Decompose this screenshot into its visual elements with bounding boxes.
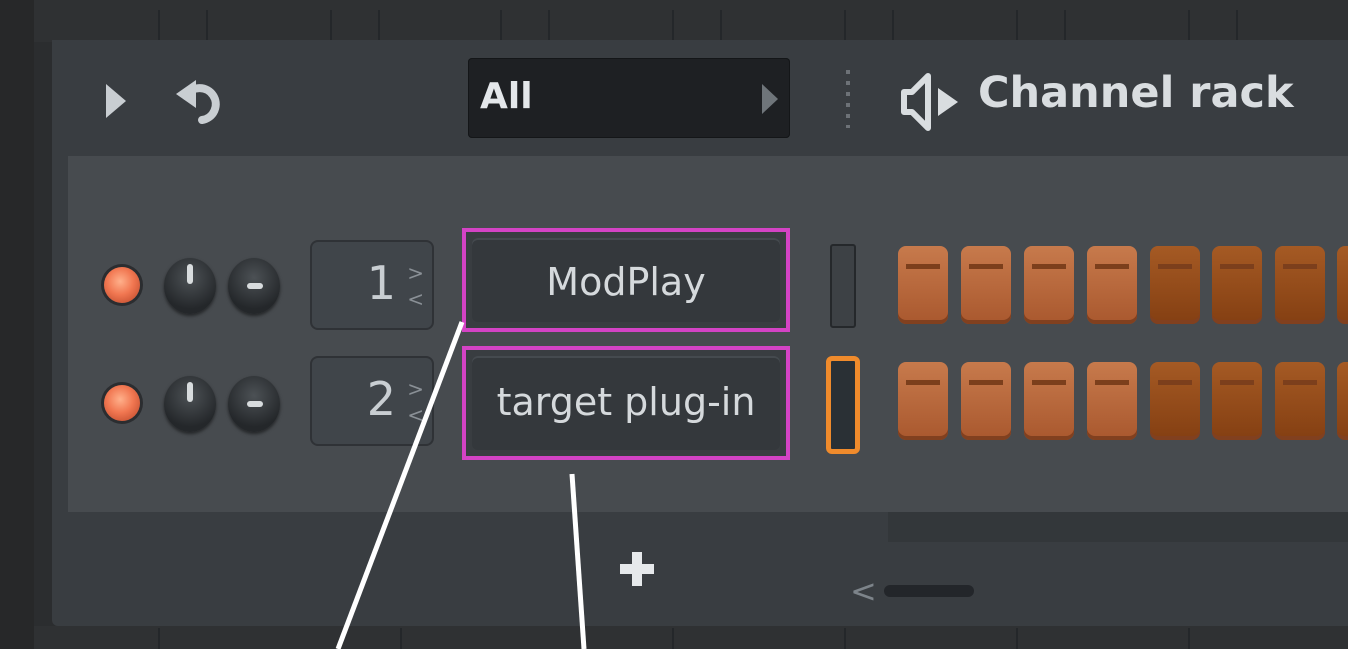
ruler-tick [1016,628,1018,649]
ruler-tick [844,10,846,42]
horizontal-scrollbar[interactable] [884,585,974,597]
ruler-tick [158,628,160,649]
step-pad[interactable] [1212,362,1262,440]
channel-pan-knob[interactable] [228,258,280,314]
ruler-tick [158,10,160,42]
step-pad[interactable] [961,362,1011,440]
step-pad[interactable] [1024,246,1074,324]
channel-mute-led[interactable] [104,267,140,303]
channel-number-arrows-icon: > < [407,261,424,311]
footer-strip [888,512,1348,542]
channel-name: target plug-in [496,380,756,424]
ruler-tick [844,628,846,649]
step-pad[interactable] [1150,246,1200,324]
ruler-tick [1188,628,1190,649]
background-left [0,0,34,649]
channel-volume-knob[interactable] [164,258,216,314]
pad-mark [1283,380,1317,385]
step-pad[interactable] [1275,362,1325,440]
step-pad[interactable] [1212,246,1262,324]
pad-mark [1220,264,1254,269]
dropdown-arrow-icon [762,84,778,114]
channel-mute-led[interactable] [104,385,140,421]
channel-number: 2 [366,372,396,426]
ruler-tick [672,628,674,649]
pad-mark [1095,380,1129,385]
window-title: Channel rack [978,68,1294,118]
channel-name-button-target-plugin[interactable]: target plug-in [462,346,790,460]
channel-select-indicator[interactable] [830,244,856,328]
channel-volume-knob[interactable] [164,376,216,432]
pad-mark [1158,264,1192,269]
background-top-strip [34,0,1348,42]
speaker-icon[interactable] [898,72,964,132]
pad-mark [1283,264,1317,269]
ruler-tick [1064,10,1066,42]
ruler-tick [1016,10,1018,42]
pad-mark [1032,380,1066,385]
channel-number: 1 [366,256,396,310]
step-pad[interactable] [1337,362,1348,440]
play-icon[interactable] [106,84,126,118]
step-pad[interactable] [1337,246,1348,324]
channel-select-indicator-active[interactable] [826,356,860,454]
channel-pan-knob[interactable] [228,376,280,432]
step-pad[interactable] [961,246,1011,324]
ruler-tick [892,10,894,42]
step-pad[interactable] [1150,362,1200,440]
ruler-tick [378,10,380,42]
ruler-tick [672,10,674,42]
ruler-tick [400,628,402,649]
ruler-tick [500,10,502,42]
pad-mark [969,380,1003,385]
channel-name-button-modplay[interactable]: ModPlay [462,228,790,332]
ruler-tick [720,10,722,42]
ruler-tick [1188,10,1190,42]
pad-mark [1032,264,1066,269]
step-pad[interactable] [898,246,948,324]
ruler-tick [548,10,550,42]
ruler-tick [1236,10,1238,42]
ruler-tick [206,10,208,42]
step-pad[interactable] [1087,246,1137,324]
channel-route-number[interactable]: 1 > < [310,240,434,330]
pad-mark [1095,264,1129,269]
step-pad[interactable] [898,362,948,440]
pad-mark [906,264,940,269]
pad-mark [906,380,940,385]
add-channel-icon[interactable] [620,552,654,586]
chevron-left-icon[interactable]: < [850,572,877,610]
channel-route-number[interactable]: 2 > < [310,356,434,446]
step-pad[interactable] [1275,246,1325,324]
pad-mark [1158,380,1192,385]
pad-mark [969,264,1003,269]
channel-filter-value: All [480,76,533,117]
ruler-tick [330,10,332,42]
step-pad[interactable] [1024,362,1074,440]
drag-grip-icon[interactable] [846,70,850,128]
channel-name: ModPlay [546,260,706,304]
channel-number-arrows-icon: > < [407,377,424,427]
step-pad[interactable] [1087,362,1137,440]
pad-mark [1220,380,1254,385]
undo-icon[interactable] [176,74,226,128]
background-bottom-strip [34,626,1348,649]
